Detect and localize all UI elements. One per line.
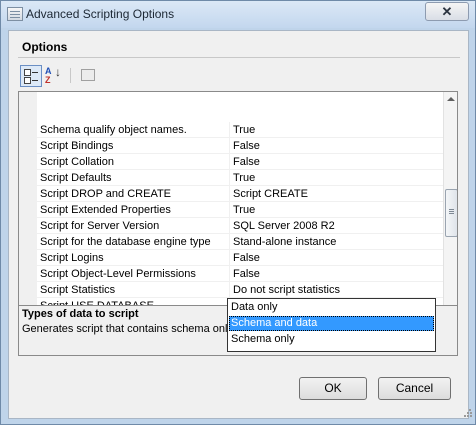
dialog-body: Options A Z ↓ Schema qualify object name…	[8, 30, 472, 419]
property-name: Script Statistics	[40, 284, 116, 296]
property-row[interactable]: Script Defaults True	[19, 170, 443, 186]
categorized-view-icon[interactable]	[20, 65, 42, 87]
app-icon	[7, 7, 23, 21]
dropdown-option[interactable]: Data only	[229, 300, 434, 315]
property-name: Script for the database engine type	[40, 236, 211, 248]
title-bar[interactable]: Advanced Scripting Options ✕	[1, 1, 475, 28]
property-name: Script Bindings	[40, 140, 114, 152]
property-name: Script Logins	[40, 252, 104, 264]
property-grid: Schema qualify object names. True Script B…	[18, 91, 458, 316]
property-name: Script for Server Version	[40, 220, 160, 232]
alphabetical-sort-icon[interactable]: A Z ↓	[43, 65, 63, 85]
property-value[interactable]: True	[233, 124, 255, 136]
types-of-data-dropdown-list[interactable]: Data only Schema and data Schema only	[227, 298, 436, 352]
property-value[interactable]: False	[233, 268, 260, 280]
cancel-button[interactable]: Cancel	[378, 377, 451, 400]
property-pages-icon[interactable]	[78, 65, 98, 85]
help-description: Generates script that contains schema on…	[22, 323, 233, 335]
property-value[interactable]: Script CREATE	[233, 188, 308, 200]
help-title: Types of data to script	[22, 308, 139, 320]
dropdown-option[interactable]: Schema only	[229, 332, 434, 347]
property-name: Schema qualify object names.	[40, 124, 187, 136]
dropdown-option-label: Schema only	[231, 333, 295, 345]
dropdown-option[interactable]: Schema and data	[229, 316, 434, 331]
close-button[interactable]: ✕	[425, 2, 469, 21]
property-name: Script DROP and CREATE	[40, 188, 172, 200]
resize-grip-icon[interactable]	[464, 408, 472, 416]
property-name: Script Extended Properties	[40, 204, 171, 216]
property-value[interactable]: False	[233, 252, 260, 264]
property-row[interactable]: Script Extended Properties True	[19, 202, 443, 218]
property-row[interactable]: Script for Server Version SQL Server 2008…	[19, 218, 443, 234]
dropdown-option-label: Schema and data	[231, 317, 318, 329]
property-row[interactable]: Script DROP and CREATE Script CREATE	[19, 186, 443, 202]
property-row[interactable]: Script Bindings False	[19, 138, 443, 154]
ok-button[interactable]: OK	[299, 377, 367, 400]
dropdown-option-label: Data only	[231, 301, 278, 313]
property-row[interactable]: Script Collation False	[19, 154, 443, 170]
property-name: Script Defaults	[40, 172, 112, 184]
close-icon: ✕	[441, 4, 453, 19]
toolbar-divider	[70, 68, 71, 83]
property-value[interactable]: Stand-alone instance	[233, 236, 336, 248]
options-heading: Options	[22, 40, 68, 54]
property-value[interactable]: Do not script statistics	[233, 284, 340, 296]
dialog-window: Advanced Scripting Options ✕ Options A Z…	[0, 0, 476, 425]
scroll-up-icon[interactable]	[444, 92, 457, 106]
property-row[interactable]: Script Statistics Do not script statistic…	[19, 282, 443, 298]
property-value[interactable]: True	[233, 204, 255, 216]
window-title: Advanced Scripting Options	[26, 7, 175, 21]
property-name: Script Collation	[40, 156, 114, 168]
property-row[interactable]: Script Logins False	[19, 250, 443, 266]
property-row[interactable]: Script for the database engine type Stand…	[19, 234, 443, 250]
scrollbar-thumb[interactable]	[445, 189, 457, 237]
property-name: Script Object-Level Permissions	[40, 268, 196, 280]
property-row[interactable]: Schema qualify object names. True	[19, 122, 443, 138]
property-value[interactable]: False	[233, 156, 260, 168]
vertical-scrollbar[interactable]	[443, 92, 457, 315]
property-value[interactable]: False	[233, 140, 260, 152]
property-value[interactable]: SQL Server 2008 R2	[233, 220, 335, 232]
heading-divider	[18, 57, 460, 58]
property-row[interactable]: Script Object-Level Permissions False	[19, 266, 443, 282]
property-value[interactable]: True	[233, 172, 255, 184]
